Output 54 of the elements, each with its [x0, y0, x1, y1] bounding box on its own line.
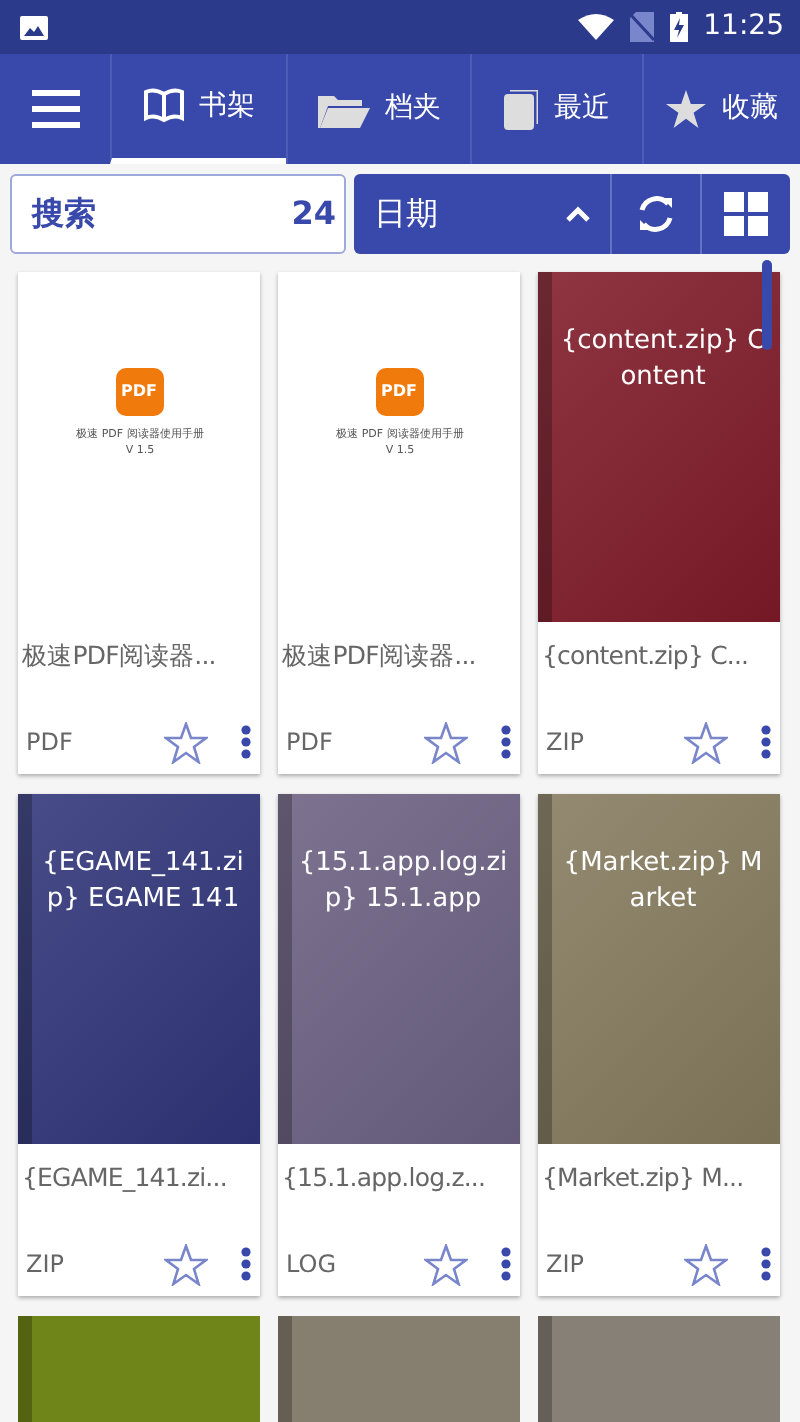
book-title: 极速PDF阅读器... — [280, 638, 478, 674]
star-icon — [666, 90, 706, 128]
file-type: PDF — [26, 726, 73, 760]
cover-title: {Market.zip} Market — [561, 846, 765, 917]
book-spine — [538, 1316, 552, 1422]
tab[interactable]: 书架 — [110, 54, 286, 164]
book-title: {15.1.app.log.z... — [280, 1160, 488, 1196]
favorite-button[interactable] — [164, 721, 208, 763]
image-icon — [20, 15, 48, 39]
scroll-bar[interactable] — [762, 260, 772, 350]
favorite-button[interactable] — [684, 1243, 728, 1285]
no-sim-icon — [629, 12, 654, 42]
book-title: {Market.zip} M... — [540, 1160, 746, 1196]
tab[interactable]: 最近 — [470, 54, 642, 164]
book-title: 极速PDF阅读器... — [20, 638, 218, 674]
more-options-button[interactable] — [240, 1246, 252, 1282]
book-cover-icon — [504, 89, 538, 129]
cover-title: {EGAME_141.zip} EGAME 141 — [40, 846, 246, 917]
favorite-button[interactable] — [424, 1243, 468, 1285]
file-type: ZIP — [546, 1248, 584, 1282]
tab[interactable]: 收藏 — [642, 54, 800, 164]
book-title: {content.zip} C... — [540, 638, 751, 674]
favorite-button[interactable] — [684, 721, 728, 763]
more-options-button[interactable] — [500, 724, 512, 760]
book-spine — [278, 1316, 292, 1422]
file-type: PDF — [286, 726, 333, 760]
tab[interactable]: 档夹 — [286, 54, 470, 164]
refresh-icon — [634, 192, 678, 236]
book-cover[interactable]: {15.1.app.log.zip} 15.1.app — [278, 794, 520, 1144]
more-options-button[interactable] — [760, 724, 772, 760]
book-icon — [143, 88, 183, 124]
more-options-button[interactable] — [500, 1246, 512, 1282]
battery-charging-icon — [669, 12, 688, 42]
more-options-button[interactable] — [240, 724, 252, 760]
menu-icon — [31, 90, 79, 128]
cover-title: {15.1.app.log.zip} 15.1.app — [298, 846, 508, 917]
favorite-button[interactable] — [164, 1243, 208, 1285]
pdf-logo: PDF — [115, 368, 163, 416]
book-cover[interactable]: {Market.zip} Market — [538, 794, 780, 1144]
book-spine — [18, 1316, 32, 1422]
clock-time: 11:25 — [703, 8, 784, 46]
file-type: LOG — [286, 1248, 337, 1282]
file-type: ZIP — [26, 1248, 64, 1282]
book-cover[interactable]: {EGAME_141.zip} EGAME 141 — [18, 794, 260, 1144]
file-type: ZIP — [546, 726, 584, 760]
search-field[interactable]: 搜索 24 — [10, 174, 346, 254]
chevron-up-icon — [566, 206, 590, 222]
grid-icon — [724, 192, 768, 236]
wifi-icon — [577, 14, 614, 40]
pdf-logo: PDF — [375, 368, 423, 416]
more-options-button[interactable] — [760, 1246, 772, 1282]
folder-icon — [317, 91, 369, 127]
favorite-button[interactable] — [424, 721, 468, 763]
book-title: {EGAME_141.zi... — [20, 1160, 229, 1196]
